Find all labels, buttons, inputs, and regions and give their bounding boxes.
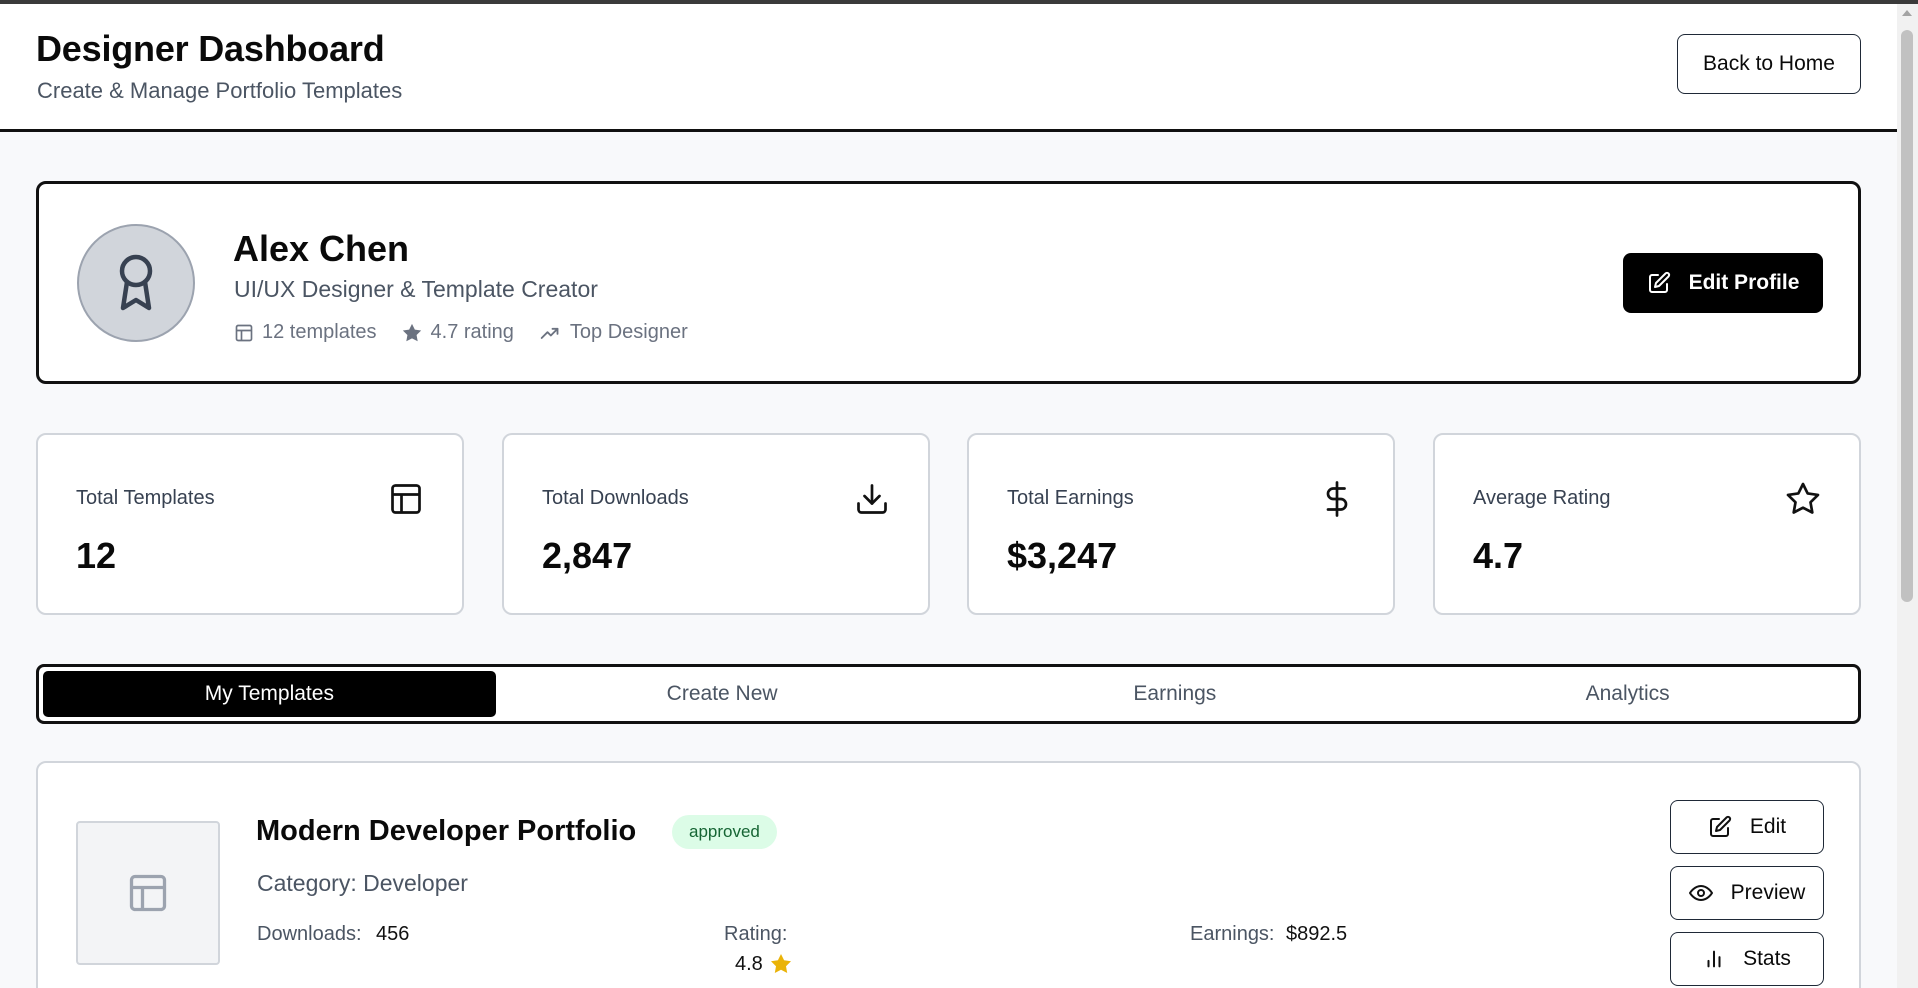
template-title: Modern Developer Portfolio xyxy=(256,815,637,847)
stat-label: Total Templates xyxy=(76,487,215,509)
meta-badge-text: Top Designer xyxy=(569,321,688,343)
layout-icon xyxy=(391,484,421,514)
meta-templates: 12 templates xyxy=(234,321,377,344)
profile-role: UI/UX Designer & Template Creator xyxy=(234,276,598,302)
edit-profile-label: Edit Profile xyxy=(1688,271,1800,294)
stat-card-downloads: Total Downloads 2,847 xyxy=(502,433,930,615)
preview-label: Preview xyxy=(1730,881,1806,904)
edit-icon xyxy=(1648,271,1670,293)
rating-value: 4.8 xyxy=(735,952,763,975)
stat-value: $3,247 xyxy=(1007,535,1118,576)
star-icon xyxy=(402,323,421,341)
stat-value: 2,847 xyxy=(542,535,633,576)
dollar-icon xyxy=(1326,481,1348,517)
stat-value: 4.7 xyxy=(1473,535,1524,576)
edit-template-button[interactable]: Edit xyxy=(1670,800,1824,854)
earnings-value: $892.5 xyxy=(1286,923,1348,945)
tab-analytics[interactable]: Analytics xyxy=(1401,671,1854,717)
rating-value-group: 4.8 xyxy=(735,952,793,976)
star-icon xyxy=(1786,482,1820,514)
meta-badge: Top Designer xyxy=(538,321,688,344)
star-icon xyxy=(770,954,791,973)
edit-profile-button[interactable]: Edit Profile xyxy=(1623,253,1823,313)
bar-chart-icon xyxy=(1707,950,1721,968)
edit-icon xyxy=(1709,815,1731,837)
trending-up-icon xyxy=(540,327,559,339)
award-icon xyxy=(119,254,153,311)
preview-template-button[interactable]: Preview xyxy=(1670,866,1824,920)
edit-label: Edit xyxy=(1749,815,1787,838)
avatar xyxy=(77,224,195,342)
page-header: Designer Dashboard Create & Manage Portf… xyxy=(0,4,1897,132)
template-card: Modern Developer Portfolio approved Cate… xyxy=(36,761,1861,988)
stats-template-button[interactable]: Stats xyxy=(1670,932,1824,986)
rating-label: Rating: xyxy=(724,923,788,945)
stat-label: Average Rating xyxy=(1473,487,1611,509)
tab-my-templates[interactable]: My Templates xyxy=(43,671,496,717)
page-subtitle: Create & Manage Portfolio Templates xyxy=(37,78,403,103)
stat-label: Total Earnings xyxy=(1007,487,1134,509)
downloads-label: Downloads: xyxy=(257,923,362,945)
scroll-up-arrow[interactable] xyxy=(1902,10,1912,16)
stat-card-templates: Total Templates 12 xyxy=(36,433,464,615)
layout-icon xyxy=(129,874,167,912)
template-thumbnail xyxy=(76,821,220,965)
profile-card: Alex Chen UI/UX Designer & Template Crea… xyxy=(36,181,1861,384)
meta-rating-text: 4.7 rating xyxy=(430,321,514,343)
status-badge: approved xyxy=(672,815,777,849)
meta-rating: 4.7 rating xyxy=(401,321,514,344)
meta-templates-text: 12 templates xyxy=(262,321,377,343)
earnings-label: Earnings: xyxy=(1190,923,1275,945)
profile-name: Alex Chen xyxy=(233,228,410,269)
back-to-home-button[interactable]: Back to Home xyxy=(1677,34,1861,94)
page-title: Designer Dashboard xyxy=(36,28,385,69)
profile-meta: 12 templates 4.7 rating Top Designer xyxy=(234,321,712,344)
downloads-value: 456 xyxy=(376,923,410,945)
scrollbar-thumb[interactable] xyxy=(1901,30,1913,602)
stats-label: Stats xyxy=(1743,947,1791,970)
tabs: My Templates Create New Earnings Analyti… xyxy=(36,664,1861,724)
tab-create-new[interactable]: Create New xyxy=(496,671,949,717)
eye-icon xyxy=(1688,885,1713,901)
stat-value: 12 xyxy=(76,535,117,576)
template-category: Category: Developer xyxy=(257,870,468,896)
tab-earnings[interactable]: Earnings xyxy=(949,671,1402,717)
stat-label: Total Downloads xyxy=(542,487,689,509)
layout-icon xyxy=(235,324,253,341)
stat-card-earnings: Total Earnings $3,247 xyxy=(967,433,1395,615)
stat-card-rating: Average Rating 4.7 xyxy=(1433,433,1861,615)
download-icon xyxy=(857,484,887,514)
